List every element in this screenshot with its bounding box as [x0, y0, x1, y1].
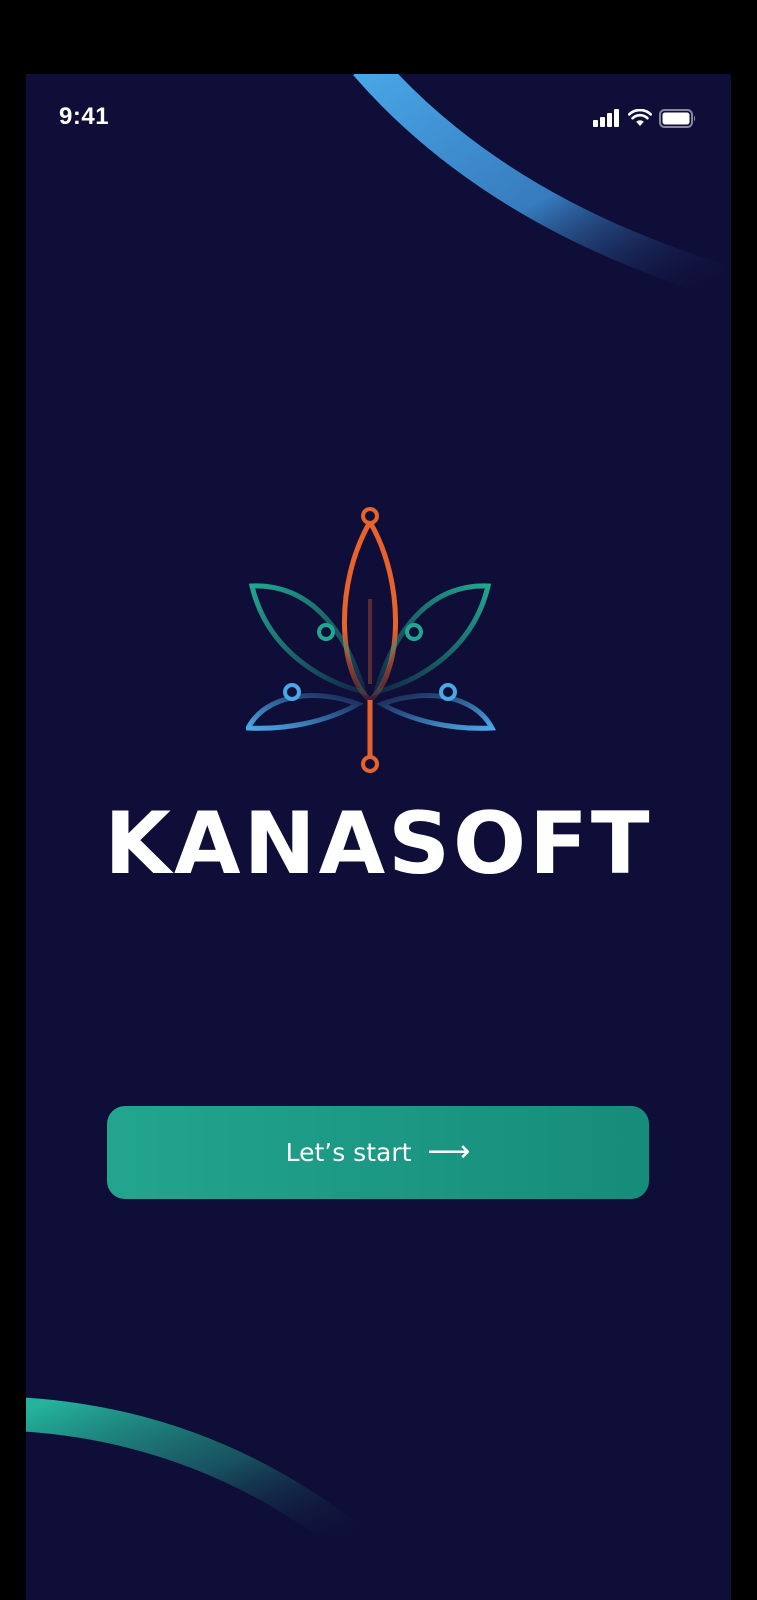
cannabis-leaf-circuit-logo: [246, 507, 497, 773]
arrow-right-icon: ⟶: [427, 1133, 471, 1169]
wifi-icon: [628, 109, 652, 126]
signal-icon: [593, 109, 619, 127]
status-bar: 9:41: [26, 74, 731, 164]
status-icons: [593, 107, 697, 129]
battery-icon: [659, 108, 696, 128]
status-time: 9:41: [59, 103, 110, 130]
app-screen: 9:41 KANASOFT Let’s start ⟶: [26, 74, 731, 1600]
lets-start-button[interactable]: Let’s start ⟶: [107, 1106, 649, 1199]
bottom-arc-decoration: [26, 1397, 367, 1558]
brand-name: KANASOFT: [104, 794, 653, 894]
lets-start-label: Let’s start: [285, 1138, 412, 1167]
